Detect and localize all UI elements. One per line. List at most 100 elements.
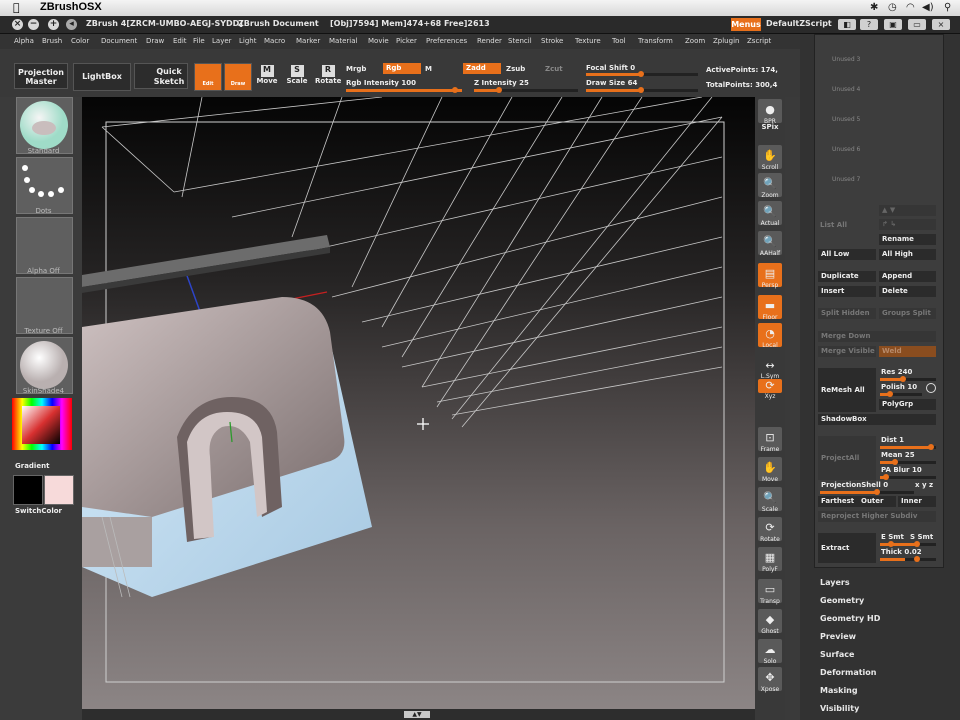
focal-shift-slider[interactable] [586,71,698,77]
rgb-button[interactable]: Rgb [383,63,421,74]
z-intensity-slider[interactable] [474,87,578,93]
menu-draw[interactable]: Draw [146,37,164,45]
move-button[interactable]: M Move [255,65,279,85]
document-canvas[interactable] [82,97,755,709]
subtool-slot[interactable]: Unused 6 [832,146,860,153]
layout-icon[interactable]: ◧ [838,19,856,30]
wifi-icon[interactable]: ◠ [906,2,915,13]
thick-slider[interactable] [880,556,936,562]
close-icon[interactable]: × [12,19,23,30]
section-masking[interactable]: Masking [820,686,858,695]
duplicate-button[interactable]: Duplicate [818,271,876,282]
menu-macro[interactable]: Macro [264,37,285,45]
lightbox-button[interactable]: LightBox [73,63,131,91]
menu-file[interactable]: File [193,37,205,45]
rgb-intensity-slider[interactable] [346,87,462,93]
all-high-button[interactable]: All High [879,249,936,260]
menu-edit[interactable]: Edit [173,37,187,45]
volume-icon[interactable]: ◀) [922,2,934,13]
material-thumbnail[interactable] [16,337,73,394]
menus-button[interactable]: Menus [731,18,761,31]
alpha-thumbnail[interactable] [16,217,73,274]
projection-shell-slider[interactable] [820,489,914,495]
weld-button[interactable]: Weld [879,346,936,357]
zcut-button[interactable]: Zcut [545,65,563,73]
menu-layer[interactable]: Layer [212,37,232,45]
secondary-color-swatch[interactable] [44,475,74,505]
reproject-button[interactable]: Reproject Higher Subdiv [818,511,936,522]
menu-picker[interactable]: Picker [396,37,417,45]
menu-zplugin[interactable]: Zplugin [713,37,739,45]
section-preview[interactable]: Preview [820,632,856,641]
m-button[interactable]: M [425,65,432,73]
pa-blur-slider[interactable] [880,474,936,480]
shadowbox-button[interactable]: ShadowBox [818,414,936,425]
menu-transform[interactable]: Transform [638,37,673,45]
scale-button[interactable]: S Scale [285,65,309,85]
menu-zscript[interactable]: Zscript [747,37,771,45]
inner-button[interactable]: Inner [898,496,936,507]
edit-button[interactable]: Edit [194,63,222,91]
all-low-button[interactable]: All Low [818,249,876,260]
list-all-button[interactable]: List All [820,221,847,229]
append-button[interactable]: Append [879,271,936,282]
subtool-move-arrows[interactable]: ↱ ↳ [879,219,936,230]
script-label[interactable]: DefaultZScript [766,19,832,28]
res-slider[interactable] [880,376,936,382]
subtool-slot[interactable]: Unused 5 [832,116,860,123]
merge-visible-button[interactable]: Merge Visible [818,346,876,357]
rotate-button[interactable]: R Rotate [315,65,341,85]
xyz-button[interactable]: ⟳ [758,379,782,393]
spix-label[interactable]: SPix [755,123,785,131]
menu-render[interactable]: Render [477,37,502,45]
app-name[interactable]: ZBrushOSX [40,1,102,13]
draw-size-slider[interactable] [586,87,698,93]
outer-button[interactable]: Outer [858,496,896,507]
section-geometry-hd[interactable]: Geometry HD [820,614,880,623]
farthest-button[interactable]: Farthest [818,496,858,507]
zoom-icon[interactable]: + [48,19,59,30]
subtool-arrows[interactable]: ▲ ▼ [879,205,936,216]
merge-down-button[interactable]: Merge Down [818,331,936,342]
mean-slider[interactable] [880,459,936,465]
section-deformation[interactable]: Deformation [820,668,876,677]
brush-thumbnail[interactable] [16,97,73,154]
dist-slider[interactable] [880,444,936,450]
menu-material[interactable]: Material [329,37,357,45]
stroke-thumbnail[interactable] [16,157,73,214]
rename-button[interactable]: Rename [879,234,936,245]
menu-tool[interactable]: Tool [612,37,626,45]
apple-icon[interactable]:  [13,1,20,14]
polygrp-button[interactable]: PolyGrp [879,399,936,410]
subtool-slot[interactable]: Unused 4 [832,86,860,93]
zsub-button[interactable]: Zsub [506,65,525,73]
menu-light[interactable]: Light [239,37,256,45]
remesh-all-button[interactable]: ReMesh All [818,368,876,412]
polish-toggle-icon[interactable] [926,383,936,393]
menu-stencil[interactable]: Stencil [508,37,532,45]
menu-marker[interactable]: Marker [296,37,320,45]
menu-document[interactable]: Document [101,37,137,45]
menu-alpha[interactable]: Alpha [14,37,34,45]
section-visibility[interactable]: Visibility [820,704,859,713]
quick-sketch-button[interactable]: Quick Sketch [134,63,188,89]
shell-axis-icon[interactable]: x y z [915,481,933,489]
section-surface[interactable]: Surface [820,650,854,659]
toggle-icon[interactable]: ◂ [66,19,77,30]
menu-movie[interactable]: Movie [368,37,389,45]
smt-slider[interactable] [880,541,936,547]
bottom-tray-handle[interactable]: ▲▼ [82,709,755,720]
polish-slider[interactable] [880,391,922,397]
menu-stroke[interactable]: Stroke [541,37,563,45]
section-layers[interactable]: Layers [820,578,850,587]
minimize-icon[interactable]: − [28,19,39,30]
bluetooth-icon[interactable]: ✱ [870,2,878,13]
project-all-button[interactable]: ProjectAll [818,436,876,480]
switch-color-button[interactable]: SwitchColor [15,507,70,515]
spotlight-icon[interactable]: ⚲ [944,2,951,13]
subtool-slot[interactable]: Unused 7 [832,176,860,183]
menu-texture[interactable]: Texture [575,37,601,45]
restore-icon[interactable]: ▣ [884,19,902,30]
menu-preferences[interactable]: Preferences [426,37,467,45]
lsym-button[interactable]: ↔ [758,359,782,373]
